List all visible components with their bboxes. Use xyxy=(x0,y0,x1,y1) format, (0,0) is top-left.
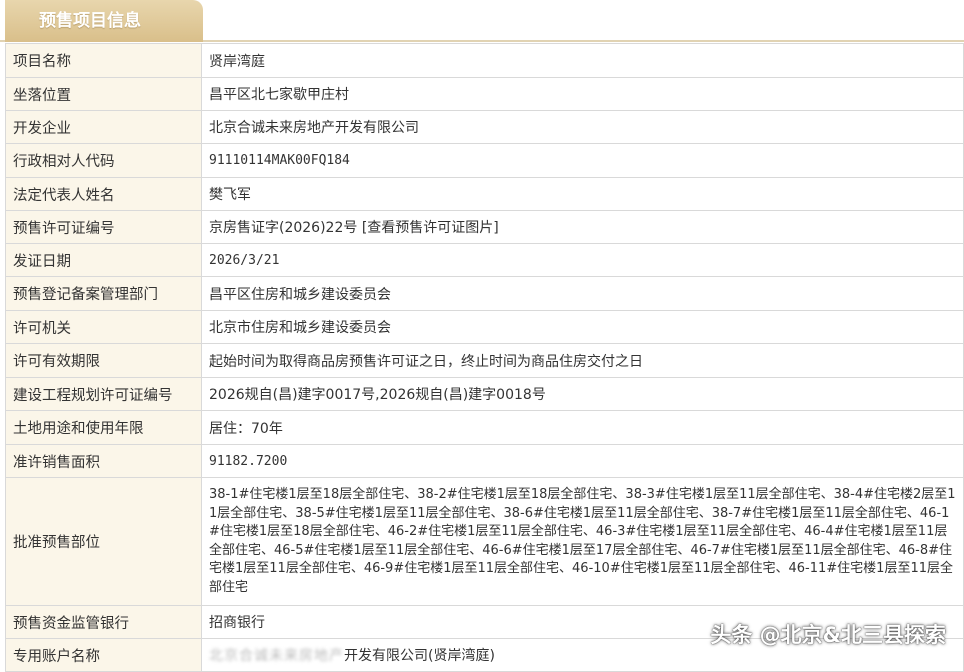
table-row: 土地用途和使用年限 居住：70年 xyxy=(5,410,964,445)
row-label: 专用账户名称 xyxy=(5,638,202,672)
land-use-value: 居住：70年 xyxy=(201,410,964,445)
table-row: 坐落位置 昌平区北七家歇甲庄村 xyxy=(5,77,964,111)
view-permit-image-link[interactable]: [查看预售许可证图片] xyxy=(362,220,499,236)
account-name-redacted: 北京合诚未来房地产 xyxy=(209,648,344,664)
developer-value: 北京合诚未来房地产开发有限公司 xyxy=(201,110,964,144)
row-label: 开发企业 xyxy=(5,110,202,144)
table-row: 许可有效期限 起始时间为取得商品房预售许可证之日，终止时间为商品住房交付之日 xyxy=(5,343,964,378)
credit-code-value: 91110114MAK00FQ184 xyxy=(201,143,964,178)
row-label: 准许销售面积 xyxy=(5,444,202,478)
legal-rep-value: 樊飞军 xyxy=(201,177,964,211)
sale-area-value: 91182.7200 xyxy=(201,444,964,478)
location-value: 昌平区北七家歇甲庄村 xyxy=(201,77,964,111)
row-label: 项目名称 xyxy=(5,43,202,78)
presale-units-value: 38-1#住宅楼1层至18层全部住宅、38-2#住宅楼1层至18层全部住宅、38… xyxy=(201,477,964,606)
table-row: 许可机关 北京市住房和城乡建设委员会 xyxy=(5,310,964,344)
table-row: 预售许可证编号 京房售证字(2026)22号 [查看预售许可证图片] xyxy=(5,210,964,244)
row-label: 土地用途和使用年限 xyxy=(5,410,202,445)
account-name-value: 开发有限公司(贤岸湾庭) xyxy=(344,648,495,664)
row-label: 许可机关 xyxy=(5,310,202,344)
permit-number-cell: 京房售证字(2026)22号 [查看预售许可证图片] xyxy=(201,210,964,244)
table-row: 批准预售部位 38-1#住宅楼1层至18层全部住宅、38-2#住宅楼1层至18层… xyxy=(5,477,964,606)
tab-presale-project-info[interactable]: 预售项目信息 xyxy=(5,0,203,42)
row-label: 坐落位置 xyxy=(5,77,202,111)
row-label: 行政相对人代码 xyxy=(5,143,202,178)
row-label: 法定代表人姓名 xyxy=(5,177,202,211)
table-row: 建设工程规划许可证编号 2026规自(昌)建字0017号,2026规自(昌)建字… xyxy=(5,377,964,411)
project-name-value: 贤岸湾庭 xyxy=(201,43,964,78)
table-row: 项目名称 贤岸湾庭 xyxy=(5,43,964,78)
table-row: 预售登记备案管理部门 昌平区住房和城乡建设委员会 xyxy=(5,276,964,311)
table-row: 开发企业 北京合诚未来房地产开发有限公司 xyxy=(5,110,964,144)
row-label: 建设工程规划许可证编号 xyxy=(5,377,202,411)
validity-period-value: 起始时间为取得商品房预售许可证之日，终止时间为商品住房交付之日 xyxy=(201,343,964,378)
row-label: 预售资金监管银行 xyxy=(5,605,202,639)
issue-date-value: 2026/3/21 xyxy=(201,243,964,277)
row-label: 发证日期 xyxy=(5,243,202,277)
watermark: 头条 @北京&北三县探索 xyxy=(710,623,946,647)
permit-number-value: 京房售证字(2026)22号 xyxy=(209,220,358,236)
table-row: 法定代表人姓名 樊飞军 xyxy=(5,177,964,211)
licensing-authority-value: 北京市住房和城乡建设委员会 xyxy=(201,310,964,344)
planning-permit-value: 2026规自(昌)建字0017号,2026规自(昌)建字0018号 xyxy=(201,377,964,411)
table-row: 行政相对人代码 91110114MAK00FQ184 xyxy=(5,143,964,178)
row-label: 许可有效期限 xyxy=(5,343,202,378)
table-row: 发证日期 2026/3/21 xyxy=(5,243,964,277)
presale-info-table: 项目名称 贤岸湾庭 坐落位置 昌平区北七家歇甲庄村 开发企业 北京合诚未来房地产… xyxy=(5,43,964,672)
row-label: 预售登记备案管理部门 xyxy=(5,276,202,311)
section-header: 预售项目信息 xyxy=(0,0,964,42)
table-row: 准许销售面积 91182.7200 xyxy=(5,444,964,478)
row-label: 批准预售部位 xyxy=(5,477,202,606)
row-label: 预售许可证编号 xyxy=(5,210,202,244)
filing-dept-value: 昌平区住房和城乡建设委员会 xyxy=(201,276,964,311)
